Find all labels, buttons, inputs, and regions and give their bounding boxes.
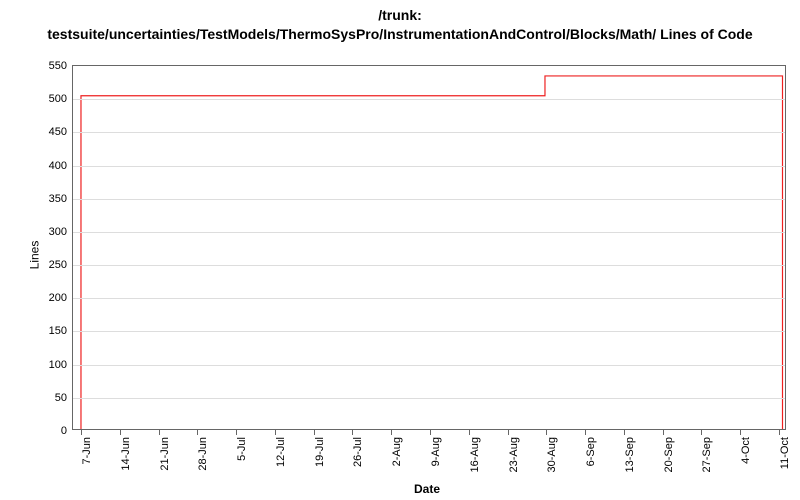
x-tick-label: 13-Sep: [624, 437, 636, 472]
y-tick-label: 500: [49, 93, 73, 105]
gridline: [73, 331, 785, 332]
x-tick-label: 20-Sep: [663, 437, 675, 472]
x-tick-mark: [275, 430, 276, 435]
x-tick-mark: [546, 430, 547, 435]
x-tick-mark: [197, 430, 198, 435]
x-tick-label: 19-Jul: [314, 437, 326, 467]
x-tick-label: 30-Aug: [546, 437, 558, 472]
x-tick-label: 12-Jul: [275, 437, 287, 467]
plot-area: 0501001502002503003504004505005507-Jun14…: [72, 65, 786, 430]
gridline: [73, 265, 785, 266]
x-tick-label: 16-Aug: [469, 437, 481, 472]
x-tick-label: 2-Aug: [391, 437, 403, 466]
chart-title: /trunk: testsuite/uncertainties/TestMode…: [0, 0, 800, 44]
y-tick-label: 200: [49, 292, 73, 304]
gridline: [73, 199, 785, 200]
y-tick-label: 400: [49, 160, 73, 172]
y-tick-label: 150: [49, 325, 73, 337]
x-axis-label: Date: [414, 482, 440, 496]
x-tick-label: 21-Jun: [159, 437, 171, 471]
gridline: [73, 398, 785, 399]
x-tick-label: 28-Jun: [197, 437, 209, 471]
x-tick-mark: [236, 430, 237, 435]
y-tick-label: 300: [49, 226, 73, 238]
x-tick-label: 26-Jul: [352, 437, 364, 467]
gridline: [73, 232, 785, 233]
gridline: [73, 99, 785, 100]
x-tick-mark: [314, 430, 315, 435]
x-tick-label: 7-Jun: [81, 437, 93, 465]
y-tick-label: 350: [49, 193, 73, 205]
x-tick-label: 27-Sep: [701, 437, 713, 472]
x-tick-mark: [624, 430, 625, 435]
x-tick-mark: [585, 430, 586, 435]
x-tick-mark: [779, 430, 780, 435]
x-tick-label: 14-Jun: [120, 437, 132, 471]
x-tick-mark: [508, 430, 509, 435]
gridline: [73, 166, 785, 167]
x-tick-mark: [469, 430, 470, 435]
x-tick-mark: [352, 430, 353, 435]
x-tick-mark: [701, 430, 702, 435]
loc-chart: /trunk: testsuite/uncertainties/TestMode…: [0, 0, 800, 500]
x-tick-mark: [120, 430, 121, 435]
x-tick-mark: [159, 430, 160, 435]
y-tick-label: 250: [49, 259, 73, 271]
gridline: [73, 298, 785, 299]
x-tick-label: 11-Oct: [779, 437, 791, 469]
y-axis-label: Lines: [27, 241, 41, 270]
x-tick-label: 5-Jul: [236, 437, 248, 461]
x-tick-mark: [430, 430, 431, 435]
x-tick-label: 4-Oct: [740, 437, 752, 464]
x-tick-mark: [391, 430, 392, 435]
gridline: [73, 365, 785, 366]
series-line: [81, 76, 783, 429]
x-tick-mark: [663, 430, 664, 435]
x-tick-label: 23-Aug: [508, 437, 520, 472]
x-tick-mark: [740, 430, 741, 435]
y-tick-label: 550: [49, 60, 73, 72]
gridline: [73, 132, 785, 133]
x-tick-label: 9-Aug: [430, 437, 442, 466]
y-tick-label: 450: [49, 126, 73, 138]
data-line: [73, 66, 785, 429]
y-tick-label: 100: [49, 359, 73, 371]
x-tick-label: 6-Sep: [585, 437, 597, 466]
y-tick-label: 0: [61, 425, 73, 437]
x-tick-mark: [81, 430, 82, 435]
y-tick-label: 50: [55, 392, 73, 404]
